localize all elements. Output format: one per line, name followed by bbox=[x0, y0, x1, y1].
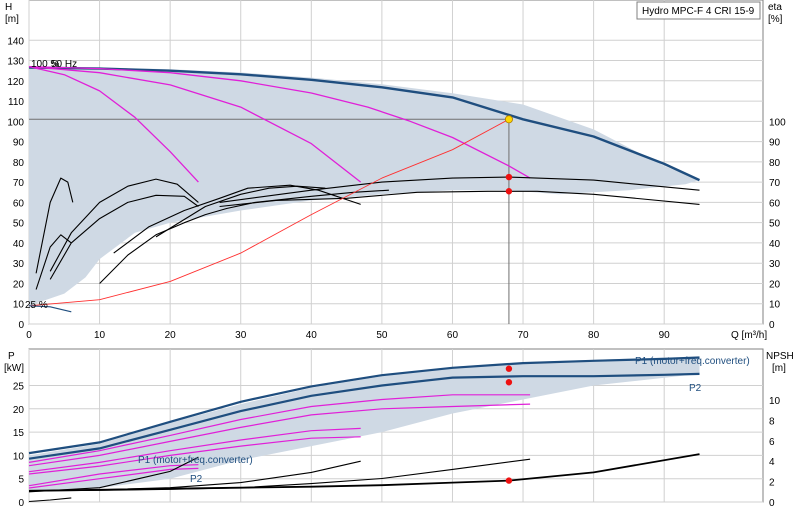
y-left-tick-label: 20 bbox=[13, 279, 25, 290]
x-tick-label: 80 bbox=[588, 330, 600, 341]
y-left-tick-label: 130 bbox=[7, 57, 24, 68]
power-point-1 bbox=[505, 379, 513, 386]
x-tick-label: 90 bbox=[659, 330, 671, 341]
x-tick-label: 50 bbox=[376, 330, 388, 341]
y-left-tick-label: 0 bbox=[18, 320, 24, 331]
y-left-tick-label: 80 bbox=[13, 158, 25, 169]
npsh-axis-label-2: [m] bbox=[772, 363, 786, 374]
power-axis-label-1: P bbox=[8, 351, 15, 362]
y-left-tick-label: 100 bbox=[7, 117, 24, 128]
p1-label-right: P1 (motor+freq.converter) bbox=[635, 356, 750, 367]
x-tick-label: 0 bbox=[26, 330, 32, 341]
duty-point bbox=[504, 115, 513, 124]
p2-label-left: P2 bbox=[190, 474, 203, 485]
x-tick-label: 30 bbox=[235, 330, 247, 341]
y-right-tick-label: 50 bbox=[769, 219, 781, 230]
top-panel: 0 10 20 30 40 50 60 70 80 90 0 10 20 30 40 50 60 70 80 90 10… bbox=[5, 0, 786, 341]
power-tick-label: 15 bbox=[13, 428, 25, 439]
frequency-label: 50 Hz bbox=[51, 59, 77, 70]
y-left-label-2: [m] bbox=[5, 14, 19, 25]
npsh-tick-label: 8 bbox=[769, 416, 775, 427]
y-left-tick-label: 30 bbox=[13, 259, 25, 270]
y-right-label-1: eta bbox=[768, 2, 782, 13]
npsh-tick-label: 6 bbox=[769, 437, 775, 448]
power-tick-label: 5 bbox=[18, 475, 24, 486]
y-right-tick-label: 70 bbox=[769, 178, 781, 189]
npsh-tick-label: 4 bbox=[769, 457, 775, 468]
power-axis-label-2: [kW] bbox=[4, 363, 24, 374]
y-right-tick-label: 20 bbox=[769, 279, 781, 290]
y-right-tick-label: 40 bbox=[769, 239, 781, 250]
y-right-tick-label: 60 bbox=[769, 198, 781, 209]
x-axis-label: Q [m³/h] bbox=[731, 330, 767, 341]
y-left-tick-label: 120 bbox=[7, 77, 24, 88]
y-left-tick-label: 140 bbox=[7, 36, 24, 47]
power-tick-label: 0 bbox=[18, 498, 24, 509]
p1-label-left: P1 (motor+freq.converter) bbox=[138, 455, 253, 466]
x-tick-label: 60 bbox=[447, 330, 459, 341]
npsh-tick-label: 10 bbox=[769, 396, 781, 407]
y-left-tick-label: 60 bbox=[13, 198, 25, 209]
y-left-tick-label: 10 bbox=[13, 300, 25, 311]
y-left-tick-label: 110 bbox=[8, 97, 24, 108]
npsh-tick-label: 2 bbox=[769, 478, 775, 489]
y-left-tick-label: 70 bbox=[13, 178, 25, 189]
chart-svg: 0 10 20 30 40 50 60 70 80 90010203040506070809010… bbox=[4, 0, 794, 509]
pump-performance-chart: 0 10 20 30 40 50 60 70 80 90 0 10 20 30 40 50 60 70 80 90 10… bbox=[0, 0, 800, 520]
y-right-tick-label: 30 bbox=[769, 259, 781, 270]
eta-point-0 bbox=[505, 173, 513, 181]
npsh-point bbox=[505, 477, 513, 484]
x-tick-label: 10 bbox=[94, 330, 106, 341]
y-left-tick-label: 90 bbox=[13, 138, 25, 149]
min-speed-label: 25 % bbox=[25, 300, 48, 311]
y-right-label-2: [%] bbox=[768, 14, 783, 25]
y-right-tick-label: 80 bbox=[769, 158, 781, 169]
y-right-tick-label: 10 bbox=[769, 300, 781, 311]
bottom-panel: 0 5 10 15 20 25 0 2 4 6 8 10 P [kW] NPSH [m] P1 (mo… bbox=[4, 348, 794, 509]
eta-point-1 bbox=[505, 188, 513, 195]
power-tick-label: 10 bbox=[13, 451, 25, 462]
x-tick-label: 40 bbox=[306, 330, 318, 341]
x-tick-label: 20 bbox=[165, 330, 177, 341]
npsh-tick-label: 0 bbox=[769, 498, 775, 509]
y-left-label-1: H bbox=[5, 2, 12, 13]
y-right-tick-label: 90 bbox=[769, 138, 781, 149]
npsh-axis-label-1: NPSH bbox=[766, 351, 794, 362]
power-tick-label: 25 bbox=[13, 382, 25, 393]
y-right-tick-label: 0 bbox=[769, 320, 775, 331]
power-point-0 bbox=[505, 365, 513, 372]
power-tick-label: 20 bbox=[13, 405, 25, 416]
y-right-tick-label: 100 bbox=[769, 117, 786, 128]
p2-label-right: P2 bbox=[689, 383, 702, 394]
model-title: Hydro MPC-F 4 CRI 15-9 bbox=[642, 6, 755, 17]
y-left-tick-label: 40 bbox=[13, 239, 25, 250]
x-tick-label: 70 bbox=[517, 330, 529, 341]
y-left-tick-label: 50 bbox=[13, 219, 25, 230]
